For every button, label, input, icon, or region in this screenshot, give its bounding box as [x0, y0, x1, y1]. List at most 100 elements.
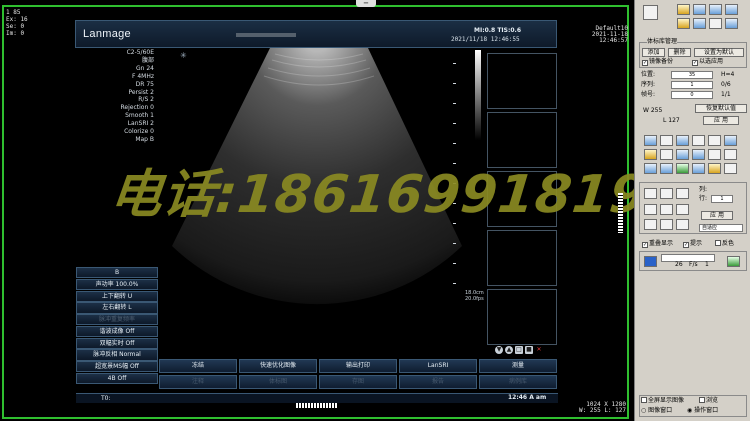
delete-icon[interactable]: ✕ — [535, 346, 543, 354]
scroll-up-icon[interactable]: ▲ — [505, 346, 513, 354]
thumbnail-slot[interactable] — [487, 230, 557, 286]
clock-readout: 12:46 A am — [508, 394, 547, 401]
layout-1x1-icon[interactable] — [644, 188, 657, 199]
soft-key-button[interactable]: 测量 — [479, 359, 557, 373]
tip-checkbox[interactable]: ✓ 提示 — [683, 240, 702, 248]
invert-checkbox[interactable]: 反色 — [715, 240, 734, 248]
export-icon[interactable]: ■ — [525, 346, 533, 354]
soft-key-button[interactable]: 体标图 — [239, 375, 317, 389]
layout-2x3-icon[interactable] — [660, 204, 673, 215]
cut-icon[interactable] — [708, 135, 721, 146]
color-map-icon[interactable] — [727, 256, 740, 267]
soft-key-button[interactable]: 病例库 — [479, 375, 557, 389]
zoom-icon[interactable] — [644, 135, 657, 146]
play-icon[interactable] — [644, 256, 657, 267]
layout-1x2-icon[interactable] — [660, 188, 673, 199]
checkbox-mark: ✓ — [642, 60, 648, 66]
thumbnail-slot[interactable] — [487, 289, 557, 345]
text-icon[interactable] — [644, 149, 657, 160]
delete-button[interactable]: 删除 — [668, 48, 691, 57]
parameter-line: Colorize 0 — [124, 128, 154, 136]
target2-icon[interactable] — [692, 163, 705, 174]
settings-icon[interactable] — [643, 5, 658, 20]
grid-icon[interactable] — [725, 4, 738, 15]
target-icon[interactable] — [676, 163, 689, 174]
sequence-input[interactable]: 1 — [671, 81, 713, 89]
vertical-scrollbar[interactable] — [618, 193, 623, 233]
checkbox-mark: ✓ — [683, 242, 689, 248]
scroll-down-icon[interactable]: ▼ — [495, 346, 503, 354]
parameter-line: LanSRI 2 — [127, 120, 154, 128]
layout-1x3-icon[interactable] — [676, 188, 689, 199]
set-default-button[interactable]: 设置为默认 — [694, 48, 744, 57]
frame-label: 帧号: — [641, 91, 656, 98]
overlay-checkbox[interactable]: ✓ 重叠显示 — [642, 240, 673, 248]
apply-selected-checkbox[interactable]: ✓ 以选应用 — [692, 58, 723, 66]
layout-5x5-icon[interactable] — [676, 219, 689, 230]
layout-3x3-icon[interactable] — [676, 204, 689, 215]
control-button[interactable]: B — [76, 267, 158, 279]
scanner-header: Lanmage MI:0.8 TIS:0.6 2021/11/18 12:46:… — [75, 20, 557, 48]
plus-icon[interactable] — [724, 149, 737, 160]
mail-icon[interactable] — [709, 18, 722, 29]
column-input[interactable]: 1 — [711, 195, 733, 203]
level-value: L 127 — [663, 117, 680, 124]
layout-4x3-icon[interactable] — [644, 219, 657, 230]
rect-icon[interactable] — [644, 163, 657, 174]
redo-icon[interactable] — [724, 163, 737, 174]
arrow-icon[interactable] — [660, 149, 673, 160]
frame-input[interactable]: 0 — [671, 91, 713, 99]
circle-icon[interactable] — [692, 149, 705, 160]
thumbnail-slot[interactable] — [487, 53, 557, 109]
control-button[interactable]: 上下翻转 U — [76, 290, 158, 302]
control-button[interactable]: 脉冲重复频率 — [76, 314, 158, 326]
control-button[interactable]: 谐波成像 Off — [76, 325, 158, 338]
position-input[interactable]: 35 — [671, 71, 713, 79]
monitor-icon[interactable] — [693, 4, 706, 15]
control-button[interactable]: 双幅实时 Off — [76, 337, 158, 349]
mirror-checkbox[interactable]: ✓ 镜像备份 — [642, 58, 673, 66]
camera-icon[interactable] — [725, 18, 738, 29]
measure-icon[interactable] — [692, 135, 705, 146]
layout-4x4-icon[interactable] — [660, 219, 673, 230]
position-hint: H=4 — [721, 71, 735, 78]
control-button[interactable]: 脉冲反相 Normal — [76, 349, 158, 361]
snow-icon[interactable] — [660, 135, 673, 146]
restore-default-button[interactable]: 恢复默认值 — [695, 104, 747, 113]
parameter-line: R/S 2 — [138, 96, 154, 104]
magnify-icon[interactable] — [724, 135, 737, 146]
folder-icon[interactable] — [677, 18, 690, 29]
soft-key-button[interactable]: 注释 — [159, 375, 237, 389]
control-button[interactable]: 超宽景MS幅 Off — [76, 361, 158, 373]
soft-key-button[interactable]: 输出打印 — [319, 359, 397, 373]
soft-key-button[interactable]: LanSRI — [399, 359, 477, 373]
split-icon[interactable] — [708, 149, 721, 160]
image-window-radio[interactable]: ○ 图像窗口 — [641, 407, 672, 415]
fullscreen-checkbox[interactable]: 全屏显示图像 — [641, 397, 684, 405]
soft-key-button[interactable]: 冻结 — [159, 359, 237, 373]
control-button[interactable]: 左右翻转 L — [76, 302, 158, 314]
thumbnail-slot[interactable] — [487, 112, 557, 168]
soft-key-button[interactable]: 存图 — [319, 375, 397, 389]
ellipse-icon[interactable] — [676, 149, 689, 160]
report-icon[interactable] — [677, 4, 690, 15]
probe-icon[interactable] — [676, 135, 689, 146]
control-button[interactable]: 4B Off — [76, 373, 158, 385]
print-icon[interactable] — [693, 18, 706, 29]
control-button[interactable]: 声功率 100.0% — [76, 278, 158, 290]
apply-button[interactable]: 应 用 — [703, 116, 739, 125]
color-icon[interactable] — [660, 163, 673, 174]
operation-window-radio[interactable]: ◉ 操作窗口 — [687, 407, 718, 415]
soft-key-button[interactable]: 报告 — [399, 375, 477, 389]
add-button[interactable]: 添加 — [642, 48, 665, 57]
image-icon[interactable] — [709, 4, 722, 15]
horizontal-scrollbar[interactable] — [296, 403, 338, 408]
layout-2x2-icon[interactable] — [644, 204, 657, 215]
soft-key-button[interactable]: 快速优化图像 — [239, 359, 317, 373]
apply-layout-button[interactable]: 应 用 — [701, 211, 733, 220]
collapse-handle[interactable]: − — [356, 0, 376, 7]
adaptive-select[interactable]: 自适应 — [699, 224, 743, 232]
save-icon[interactable]: □ — [515, 346, 523, 354]
note-icon[interactable] — [708, 163, 721, 174]
browse-checkbox[interactable]: 浏览 — [699, 397, 718, 405]
